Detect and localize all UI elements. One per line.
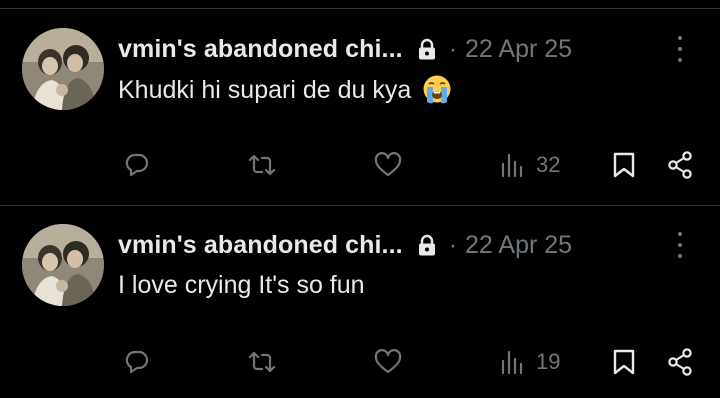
avatar-image [22,28,104,110]
like-icon[interactable] [374,349,402,375]
reply-icon[interactable] [124,152,150,178]
tweet-actions: 32 [0,145,720,185]
views-icon [501,350,523,375]
reply-icon[interactable] [124,349,150,375]
tweet-actions: 19 [0,342,720,382]
tweet-2[interactable]: vmin's abandoned chi... · 22 Apr 25 I lo… [0,198,720,398]
tweet-text: I love crying It's so fun [118,271,365,300]
bookmark-icon[interactable] [612,151,636,179]
views-button[interactable]: 32 [500,152,560,178]
retweet-icon[interactable] [247,349,277,375]
like-icon[interactable] [374,152,402,178]
timestamp[interactable]: 22 Apr 25 [465,35,572,64]
lock-icon [417,38,437,60]
views-count: 19 [536,349,561,374]
views-icon [501,153,523,178]
display-name[interactable]: vmin's abandoned chi... [118,35,403,64]
tweet-header: vmin's abandoned chi... · 22 Apr 25 [118,225,572,265]
tweet-header: vmin's abandoned chi... · 22 Apr 25 [118,29,572,69]
share-icon[interactable] [667,151,693,179]
avatar-image [22,224,104,306]
more-icon[interactable] [676,36,684,62]
timestamp[interactable]: 22 Apr 25 [465,231,572,260]
tweet-text-content: Khudki hi supari de du kya [118,76,412,104]
views-count: 32 [536,152,561,177]
bookmark-icon[interactable] [612,348,636,376]
loudly-crying-face-emoji [422,74,452,104]
tweet-text: Khudki hi supari de du kya [118,74,452,105]
avatar[interactable] [22,224,104,306]
tweet-1[interactable]: vmin's abandoned chi... · 22 Apr 25 Khud… [0,0,720,200]
share-icon[interactable] [667,348,693,376]
lock-icon [417,234,437,256]
tweet-text-content: I love crying It's so fun [118,271,365,299]
avatar[interactable] [22,28,104,110]
more-icon[interactable] [676,232,684,258]
separator: · [448,34,458,63]
views-button[interactable]: 19 [500,349,560,375]
separator: · [448,230,458,259]
retweet-icon[interactable] [247,152,277,178]
display-name[interactable]: vmin's abandoned chi... [118,231,403,260]
